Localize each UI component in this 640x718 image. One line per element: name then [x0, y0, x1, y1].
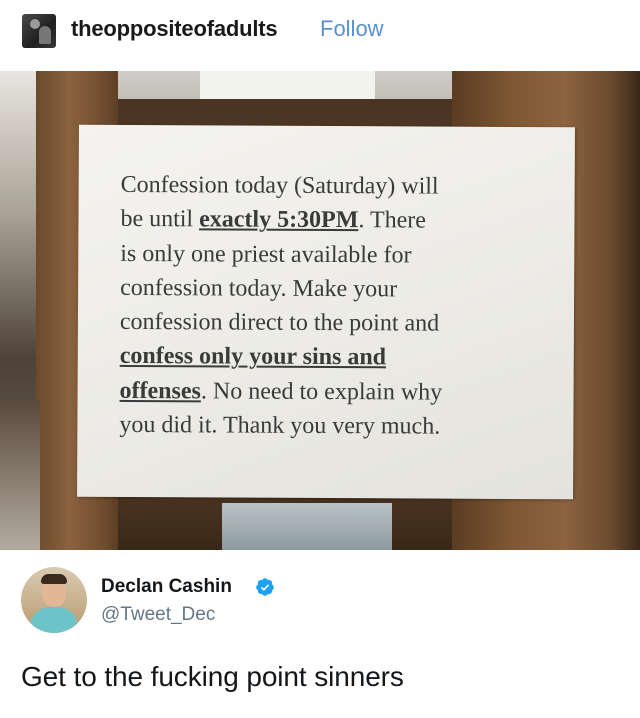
post-photo[interactable]: Confession today (Saturday) will be unti… — [0, 71, 640, 550]
sign-text: Confession today (Saturday) will be unti… — [119, 168, 540, 445]
confession-sign: Confession today (Saturday) will be unti… — [77, 124, 575, 500]
sign-line-5: confession direct to the point and — [119, 309, 440, 337]
avatar-hair — [41, 574, 67, 584]
sign-line-8: you did it. Thank you very much. — [119, 411, 441, 440]
sign-line-4: confession today. Make your — [120, 274, 398, 303]
tweet-text: Get to the fucking point sinners — [21, 661, 404, 692]
follow-button[interactable]: Follow — [320, 16, 384, 42]
sign-emphasis-offenses: offenses — [119, 377, 201, 405]
tweet-author-name[interactable]: Declan Cashin — [101, 576, 232, 598]
sign-emphasis-time: exactly 5:30PM — [199, 206, 359, 234]
photo-floor — [0, 401, 40, 550]
sign-line-7: offenses. No need to explain why — [119, 374, 539, 410]
blog-name[interactable]: theoppositeofadults — [71, 16, 278, 42]
tweet-handle[interactable]: @Tweet_Dec — [101, 604, 215, 626]
sign-line-7-end: . No need to explain why — [200, 378, 443, 406]
sign-line-2-end: . There — [358, 207, 427, 234]
avatar-shirt — [30, 607, 78, 633]
photo-window-light — [200, 71, 375, 99]
verified-badge-icon — [256, 578, 274, 596]
sign-line-2: be until exactly 5:30PM. There — [120, 202, 540, 238]
sign-line-1: Confession today (Saturday) will — [120, 171, 439, 200]
sign-line-2-start: be until — [120, 206, 200, 233]
tweet-card: Declan Cashin @Tweet_Dec Get to the fuck… — [0, 550, 640, 718]
blog-avatar-icon[interactable] — [22, 14, 56, 48]
photo-glass-pane — [222, 503, 392, 550]
avatar[interactable] — [21, 567, 87, 633]
sign-emphasis-confess: confess only your sins and — [119, 343, 387, 371]
sign-line-3: is only one priest available for — [120, 240, 412, 269]
post-header: theoppositeofadults Follow — [0, 0, 640, 62]
sign-line-6: confess only your sins and — [120, 339, 540, 375]
